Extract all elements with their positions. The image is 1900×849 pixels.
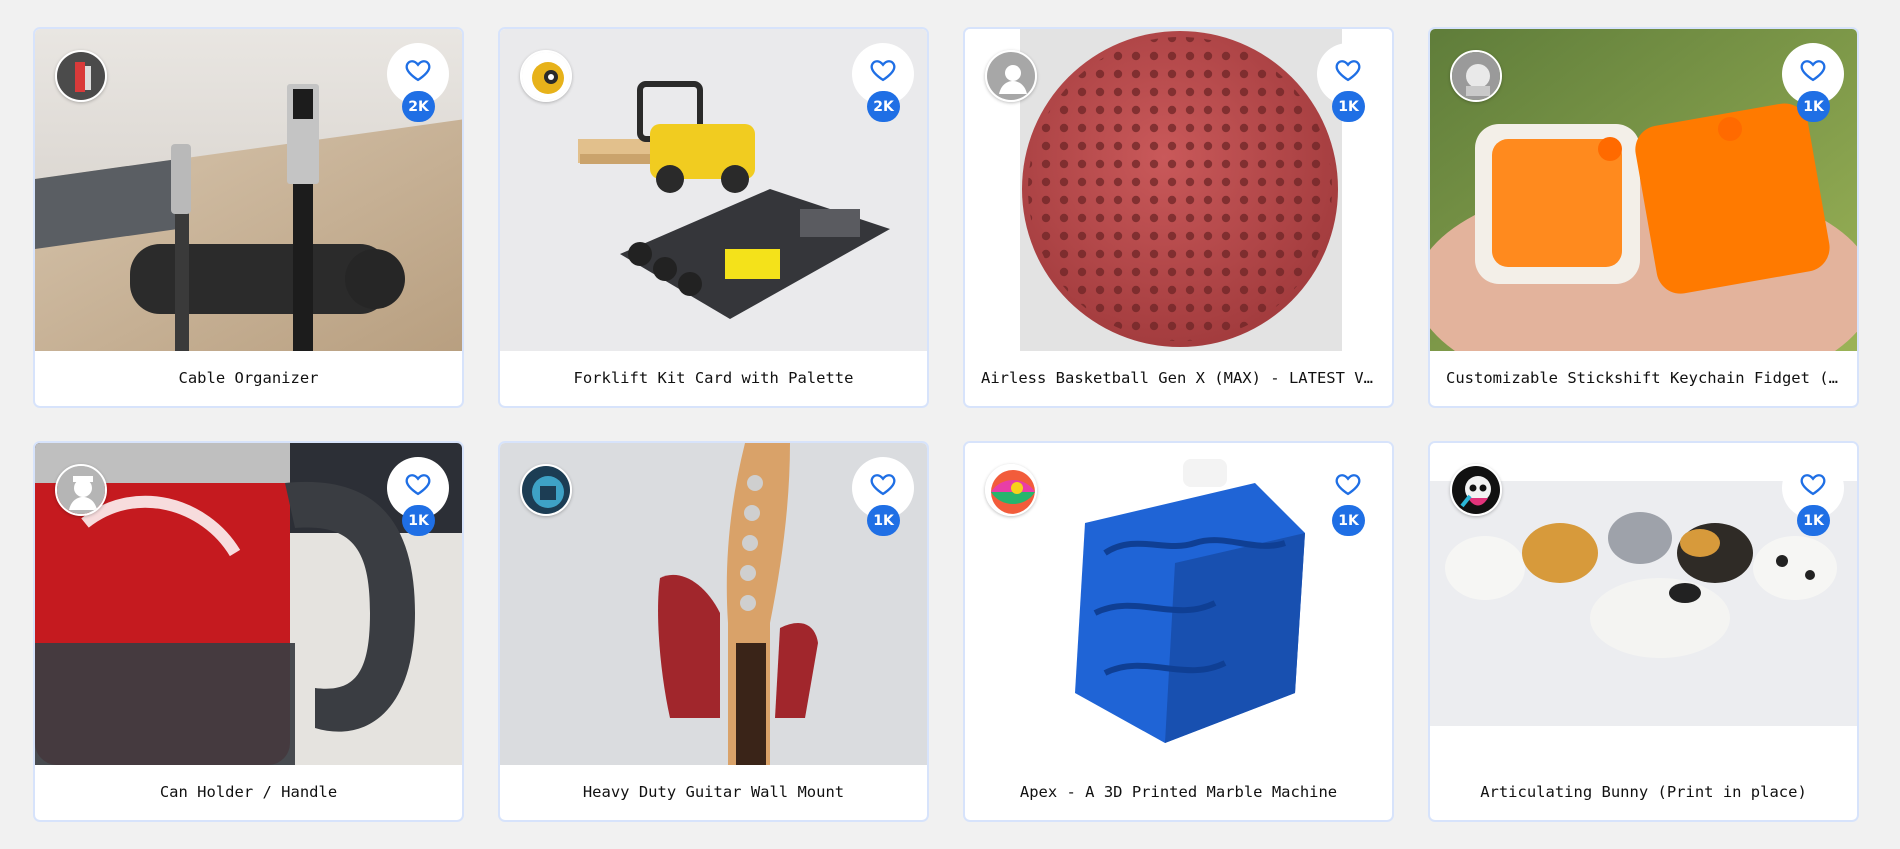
- model-title-text: Customizable Stickshift Keychain Fidget …: [1446, 368, 1841, 387]
- heart-outline-icon: [405, 60, 431, 82]
- heart-outline-icon: [1800, 60, 1826, 82]
- model-title-text: Can Holder / Handle: [159, 782, 338, 801]
- heart-outline-icon: [1335, 474, 1361, 496]
- creator-avatar[interactable]: [55, 50, 107, 102]
- like-count-badge: 1K: [867, 505, 900, 536]
- model-card[interactable]: 1K Can Holder / Handle: [33, 441, 464, 822]
- heart-outline-icon: [1800, 474, 1826, 496]
- like-count-badge: 2K: [867, 91, 900, 122]
- heart-outline-icon: [1335, 60, 1361, 82]
- model-title-text: Airless Basketball Gen X (MAX) - LATEST …: [981, 368, 1376, 387]
- like-count-badge: 1K: [1332, 505, 1365, 536]
- model-card[interactable]: 1K Articulating Bunny (Print in place): [1428, 441, 1859, 822]
- model-title[interactable]: Airless Basketball Gen X (MAX) - LATEST …: [965, 349, 1392, 406]
- like-count-badge: 2K: [402, 91, 435, 122]
- model-title[interactable]: Cable Organizer: [35, 349, 462, 406]
- heart-outline-icon: [405, 474, 431, 496]
- creator-avatar[interactable]: [1450, 50, 1502, 102]
- like-count-badge: 1K: [1797, 91, 1830, 122]
- creator-avatar[interactable]: [1450, 464, 1502, 516]
- creator-avatar[interactable]: [520, 50, 572, 102]
- creator-avatar[interactable]: [55, 464, 107, 516]
- model-title[interactable]: Apex - A 3D Printed Marble Machine: [965, 763, 1392, 820]
- like-count-badge: 1K: [1797, 505, 1830, 536]
- model-title[interactable]: Forklift Kit Card with Palette: [500, 349, 927, 406]
- model-card[interactable]: 2K Forklift Kit Card with Palette: [498, 27, 929, 408]
- model-title-text: Heavy Duty Guitar Wall Mount: [582, 782, 845, 801]
- model-title[interactable]: Articulating Bunny (Print in place): [1430, 763, 1857, 820]
- like-count-badge: 1K: [1332, 91, 1365, 122]
- creator-avatar[interactable]: [985, 50, 1037, 102]
- model-card[interactable]: 1K Apex - A 3D Printed Marble Machine: [963, 441, 1394, 822]
- heart-outline-icon: [870, 60, 896, 82]
- creator-avatar[interactable]: [985, 464, 1037, 516]
- model-title[interactable]: Heavy Duty Guitar Wall Mount: [500, 763, 927, 820]
- model-card[interactable]: 1K Customizable Stickshift Keychain Fidg…: [1428, 27, 1859, 408]
- model-card[interactable]: 1K Heavy Duty Guitar Wall Mount: [498, 441, 929, 822]
- model-grid: 2K Cable Organizer 2K Forklift Kit Card …: [33, 27, 1861, 822]
- heart-outline-icon: [870, 474, 896, 496]
- model-title-text: Articulating Bunny (Print in place): [1480, 782, 1807, 801]
- creator-avatar[interactable]: [520, 464, 572, 516]
- like-count-badge: 1K: [402, 505, 435, 536]
- model-title-text: Apex - A 3D Printed Marble Machine: [1019, 782, 1338, 801]
- model-title[interactable]: Can Holder / Handle: [35, 763, 462, 820]
- model-title-text: Cable Organizer: [178, 368, 319, 387]
- model-title-text: Forklift Kit Card with Palette: [573, 368, 854, 387]
- model-card[interactable]: 1K Airless Basketball Gen X (MAX) - LATE…: [963, 27, 1394, 408]
- model-title[interactable]: Customizable Stickshift Keychain Fidget …: [1430, 349, 1857, 406]
- model-card[interactable]: 2K Cable Organizer: [33, 27, 464, 408]
